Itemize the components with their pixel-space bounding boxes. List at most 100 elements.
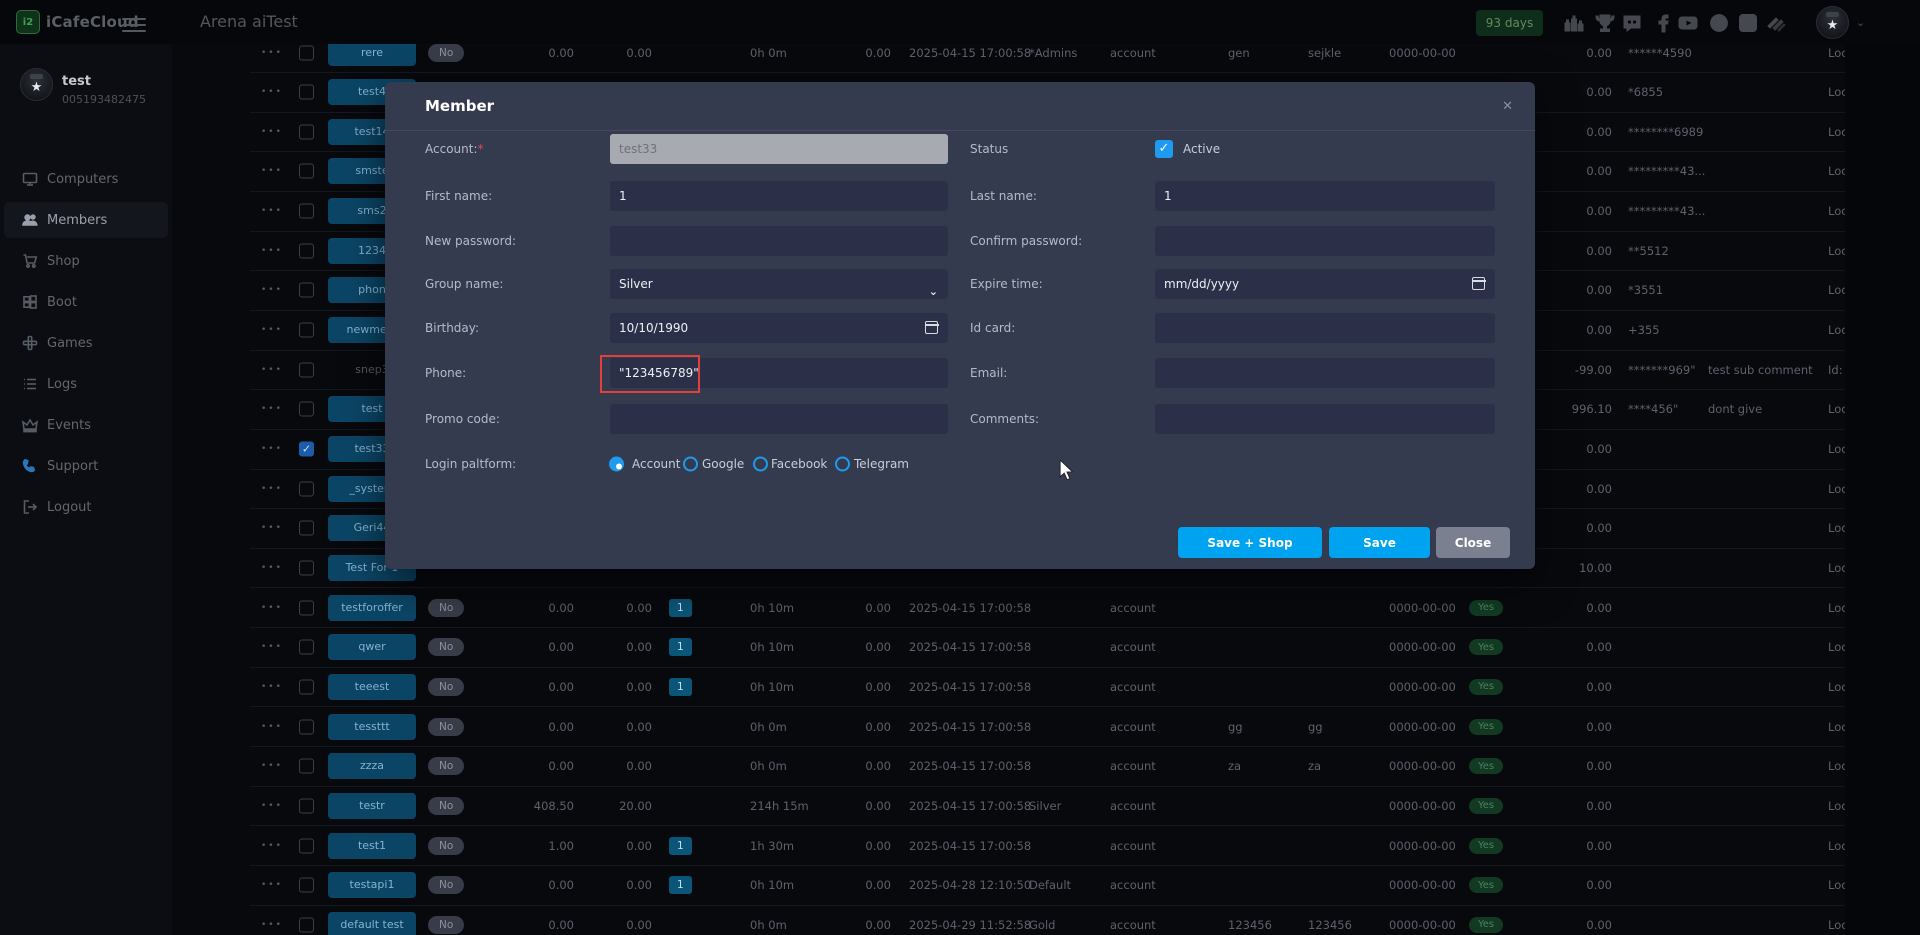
chevron-down-icon[interactable]: ⌄ bbox=[1856, 16, 1865, 29]
account-type-cell: account bbox=[1110, 640, 1156, 654]
email-field[interactable] bbox=[1155, 358, 1495, 388]
new-password-field[interactable] bbox=[610, 226, 948, 256]
row-checkbox[interactable] bbox=[299, 878, 314, 893]
expire-time-field[interactable]: mm/dd/yyyy bbox=[1155, 269, 1495, 299]
row-checkbox[interactable] bbox=[299, 481, 314, 496]
user-avatar[interactable]: ★ bbox=[1816, 6, 1849, 39]
row-menu-dots[interactable]: ••• bbox=[261, 801, 283, 811]
row-menu-dots[interactable]: ••• bbox=[261, 603, 283, 613]
row-menu-dots[interactable]: ••• bbox=[261, 920, 283, 930]
row-checkbox[interactable] bbox=[299, 640, 314, 655]
row-menu-dots[interactable]: ••• bbox=[261, 404, 283, 414]
trophy-icon[interactable] bbox=[1594, 12, 1616, 34]
member-name-button[interactable]: teeest bbox=[328, 674, 416, 700]
row-menu-dots[interactable]: ••• bbox=[261, 206, 283, 216]
facebook-icon[interactable] bbox=[1652, 12, 1674, 34]
row-menu-dots[interactable]: ••• bbox=[261, 761, 283, 771]
active-checkbox[interactable]: ✓ bbox=[1155, 140, 1173, 158]
member-name-button[interactable]: default test bbox=[328, 912, 416, 935]
row-checkbox[interactable] bbox=[299, 45, 314, 60]
row-menu-dots[interactable]: ••• bbox=[261, 484, 283, 494]
sidebar-item-support[interactable]: Support bbox=[4, 448, 168, 484]
icafecloud-mark-icon[interactable] bbox=[1737, 12, 1759, 34]
row-checkbox[interactable] bbox=[299, 759, 314, 774]
row-checkbox[interactable] bbox=[299, 719, 314, 734]
sidebar-item-computers[interactable]: Computers bbox=[4, 161, 168, 197]
calendar-icon[interactable] bbox=[925, 321, 938, 334]
comments-field[interactable] bbox=[1155, 404, 1495, 434]
row-menu-dots[interactable]: ••• bbox=[261, 523, 283, 533]
row-checkbox[interactable] bbox=[299, 243, 314, 258]
row-checkbox[interactable] bbox=[299, 204, 314, 219]
row-menu-dots[interactable]: ••• bbox=[261, 563, 283, 573]
first-name-field[interactable]: 1 bbox=[610, 181, 948, 211]
row-menu-dots[interactable]: ••• bbox=[261, 127, 283, 137]
sidebar-item-logs[interactable]: Logs bbox=[4, 366, 168, 402]
layers-icon[interactable] bbox=[1765, 12, 1787, 34]
discord-icon[interactable] bbox=[1621, 12, 1643, 34]
row-checkbox[interactable] bbox=[299, 600, 314, 615]
row-menu-dots[interactable]: ••• bbox=[261, 444, 283, 454]
sidebar-item-members[interactable]: Members bbox=[4, 202, 168, 238]
row-menu-dots[interactable]: ••• bbox=[261, 87, 283, 97]
member-name-button[interactable]: testforoffer bbox=[328, 595, 416, 621]
row-checkbox[interactable] bbox=[299, 679, 314, 694]
close-button[interactable]: Close bbox=[1436, 527, 1510, 558]
last-name-field[interactable]: 1 bbox=[1155, 181, 1495, 211]
calendar-icon[interactable] bbox=[1472, 277, 1485, 290]
row-checkbox[interactable]: ✓ bbox=[299, 442, 314, 457]
save-shop-button[interactable]: Save + Shop bbox=[1178, 527, 1322, 558]
sidebar-avatar[interactable]: ★ bbox=[20, 68, 53, 101]
time-cell: 0h 10m bbox=[750, 878, 794, 892]
sidebar-item-games[interactable]: Games bbox=[4, 325, 168, 361]
confirm-password-field[interactable] bbox=[1155, 226, 1495, 256]
member-name-button[interactable]: tessttt bbox=[328, 714, 416, 740]
row-menu-dots[interactable]: ••• bbox=[261, 880, 283, 890]
row-menu-dots[interactable]: ••• bbox=[261, 365, 283, 375]
row-menu-dots[interactable]: ••• bbox=[261, 48, 283, 58]
row-checkbox[interactable] bbox=[299, 283, 314, 298]
radio-facebook[interactable] bbox=[753, 457, 768, 472]
radio-telegram[interactable] bbox=[835, 457, 850, 472]
row-checkbox[interactable] bbox=[299, 917, 314, 932]
member-name-button[interactable]: testapi1 bbox=[328, 872, 416, 898]
row-checkbox[interactable] bbox=[299, 798, 314, 813]
promo-code-field[interactable] bbox=[610, 404, 948, 434]
sidebar-item-shop[interactable]: Shop bbox=[4, 243, 168, 279]
row-menu-dots[interactable]: ••• bbox=[261, 166, 283, 176]
row-checkbox[interactable] bbox=[299, 85, 314, 100]
row-checkbox[interactable] bbox=[299, 521, 314, 536]
row-menu-dots[interactable]: ••• bbox=[261, 325, 283, 335]
row-checkbox[interactable] bbox=[299, 402, 314, 417]
group-name-select[interactable]: Silver⌄ bbox=[610, 269, 948, 299]
row-menu-dots[interactable]: ••• bbox=[261, 246, 283, 256]
menu-toggle-icon[interactable] bbox=[122, 14, 146, 30]
member-name-button[interactable]: zzza bbox=[328, 753, 416, 779]
row-checkbox[interactable] bbox=[299, 838, 314, 853]
row-menu-dots[interactable]: ••• bbox=[261, 285, 283, 295]
row-menu-dots[interactable]: ••• bbox=[261, 722, 283, 732]
globe-icon[interactable] bbox=[1708, 12, 1730, 34]
member-name-button[interactable]: test1 bbox=[328, 833, 416, 859]
birthday-field[interactable]: 10/10/1990 bbox=[610, 313, 948, 343]
member-name-button[interactable]: testr bbox=[328, 793, 416, 819]
member-name-button[interactable]: qwer bbox=[328, 634, 416, 660]
row-checkbox[interactable] bbox=[299, 560, 314, 575]
youtube-icon[interactable] bbox=[1677, 12, 1699, 34]
sidebar-item-events[interactable]: Events bbox=[4, 407, 168, 443]
sidebar-item-boot[interactable]: Boot bbox=[4, 284, 168, 320]
close-icon[interactable]: ✕ bbox=[1498, 95, 1517, 118]
row-menu-dots[interactable]: ••• bbox=[261, 642, 283, 652]
row-checkbox[interactable] bbox=[299, 164, 314, 179]
row-menu-dots[interactable]: ••• bbox=[261, 841, 283, 851]
podium-icon[interactable] bbox=[1563, 12, 1585, 34]
row-checkbox[interactable] bbox=[299, 323, 314, 338]
row-checkbox[interactable] bbox=[299, 362, 314, 377]
sidebar-item-logout[interactable]: Logout bbox=[4, 489, 168, 525]
row-checkbox[interactable] bbox=[299, 124, 314, 139]
radio-account[interactable] bbox=[609, 457, 624, 472]
radio-google[interactable] bbox=[683, 457, 698, 472]
save-button[interactable]: Save bbox=[1329, 527, 1430, 558]
id-card-field[interactable] bbox=[1155, 313, 1495, 343]
row-menu-dots[interactable]: ••• bbox=[261, 682, 283, 692]
